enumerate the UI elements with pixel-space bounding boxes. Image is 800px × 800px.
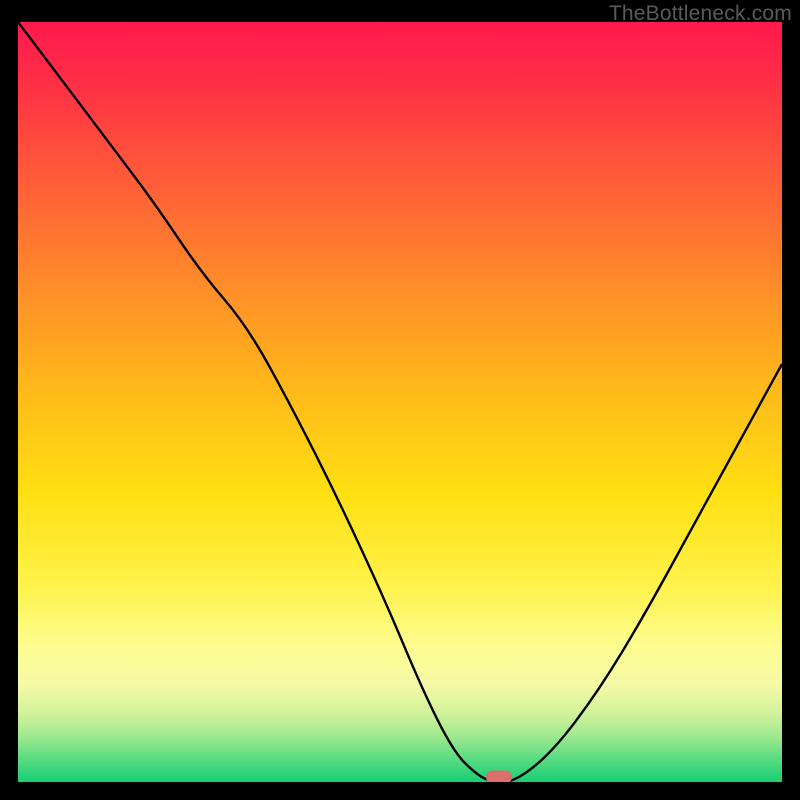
chart-frame: TheBottleneck.com [0,0,800,800]
watermark-text: TheBottleneck.com [609,2,792,26]
plot-area [18,22,782,782]
bottleneck-curve [18,22,782,782]
optimal-range-marker [486,770,512,782]
